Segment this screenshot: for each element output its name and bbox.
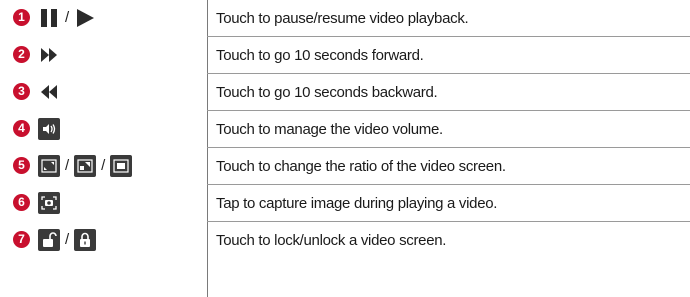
separator: / — [65, 157, 70, 174]
capture-icon — [38, 192, 60, 214]
row-description: Tap to capture image during playing a vi… — [216, 195, 498, 212]
row-number-badge: 1 — [13, 9, 30, 26]
unlock-icon — [38, 229, 60, 251]
row-number-badge: 7 — [13, 231, 30, 248]
row-description: Touch to pause/resume video playback. — [216, 10, 469, 27]
row-description: Touch to change the ratio of the video s… — [216, 158, 506, 175]
separator: / — [65, 9, 70, 26]
lock-icon — [74, 229, 97, 251]
row-description: Touch to lock/unlock a video screen. — [216, 232, 447, 249]
play-icon — [74, 7, 96, 29]
fast-forward-icon — [38, 44, 60, 66]
controls-table: 1 / Touch to pause/resume video playback… — [0, 0, 690, 297]
table-row: 6 Tap to capture image during playing a … — [0, 185, 690, 222]
pause-icon — [38, 7, 60, 29]
row-number-badge: 4 — [13, 120, 30, 137]
separator: / — [101, 157, 106, 174]
separator: / — [65, 231, 70, 248]
row-number-badge: 6 — [13, 194, 30, 211]
row-description: Touch to go 10 seconds backward. — [216, 84, 438, 101]
table-row: 7 / Touch to lock/unlock a video screen. — [0, 222, 690, 259]
rewind-icon — [38, 81, 60, 103]
ratio-fit-icon — [74, 155, 97, 177]
row-description: Touch to manage the video volume. — [216, 121, 443, 138]
table-row: 1 / Touch to pause/resume video playback… — [0, 0, 690, 37]
table-row: 4 Touch to manage the video volume. — [0, 111, 690, 148]
table-row: 5 / / Touch to change the ratio of the v… — [0, 148, 690, 185]
row-number-badge: 2 — [13, 46, 30, 63]
ratio-original-icon — [38, 155, 60, 177]
row-number-badge: 3 — [13, 83, 30, 100]
row-description: Touch to go 10 seconds forward. — [216, 47, 424, 64]
ratio-fill-icon — [110, 155, 133, 177]
volume-icon — [38, 118, 60, 140]
table-row: 3 Touch to go 10 seconds backward. — [0, 74, 690, 111]
row-number-badge: 5 — [13, 157, 30, 174]
table-row: 2 Touch to go 10 seconds forward. — [0, 37, 690, 74]
